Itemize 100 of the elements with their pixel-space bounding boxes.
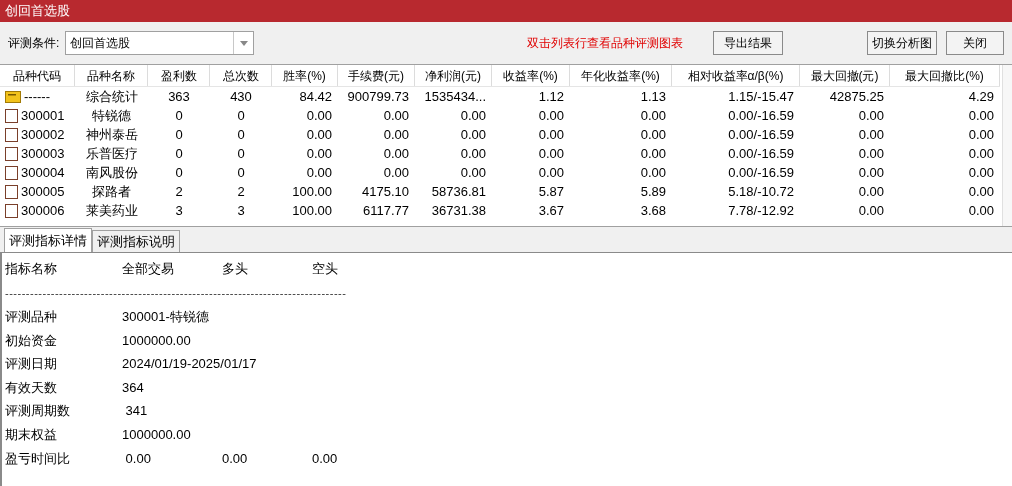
details-cell: 评测日期 [5, 356, 57, 372]
folder-icon [5, 90, 21, 103]
details-header: 指标名称 [5, 261, 57, 277]
column-header[interactable]: 相对收益率α/β(%) [672, 65, 800, 86]
condition-label: 评测条件: [8, 35, 60, 52]
table-cell-text: 4.29 [968, 87, 994, 106]
table-cell-text: 42875.25 [829, 87, 884, 106]
table-cell-text: 2 [175, 182, 183, 201]
window-title: 创回首选股 [5, 2, 70, 21]
details-cell: 2024/01/19-2025/01/17 [122, 356, 257, 372]
table-cell-text: 0.00 [968, 125, 994, 144]
table-cell-text: 0.00 [858, 125, 884, 144]
table-cell-text: 0 [175, 144, 183, 163]
table-cell-text: 1.12 [538, 87, 564, 106]
details-cell: 364 [122, 379, 144, 395]
column-header[interactable]: 手续费(元) [338, 65, 415, 86]
table-cell-text: 900799.73 [347, 87, 409, 106]
table-cell-text: 3.67 [538, 201, 564, 220]
table-cell-text: 0.00 [968, 106, 994, 125]
column-header[interactable]: 净利润(元) [415, 65, 492, 86]
table-cell-text: 0.00 [306, 163, 332, 182]
table-cell-text: 4175.10 [362, 182, 409, 201]
table-cell-text: 神州泰岳 [85, 125, 138, 144]
table-cell-text: ------ [24, 87, 50, 106]
details-cell: 1000000.00 [122, 427, 191, 442]
dropdown-caret-icon [239, 40, 248, 46]
table-cell-text: 0.00 [383, 163, 409, 182]
table-cell-text: 3 [237, 201, 245, 220]
table-cell-text: 5.18/-10.72 [728, 182, 794, 201]
page-icon [5, 203, 18, 218]
table-cell-text: 0.00 [538, 163, 564, 182]
table-cell-text: 100.00 [292, 201, 332, 220]
table-cell-text: 300002 [21, 125, 65, 144]
page-icon [5, 127, 18, 142]
table-cell-text: 0.00 [640, 144, 666, 163]
table-cell-text: 0.00 [383, 144, 409, 163]
details-header: 全部交易 [122, 261, 174, 277]
page-icon [5, 146, 18, 161]
column-header[interactable]: 总次数 [210, 65, 272, 86]
table-cell-text: 探路者 [92, 182, 131, 201]
table-cell-text: 0.00 [968, 201, 994, 220]
details-cell: 300001-特锐德 [122, 309, 209, 325]
table-cell-text: 300005 [21, 182, 65, 201]
table-cell-text: 0.00 [460, 163, 486, 182]
details-cell: 初始资金 [5, 332, 57, 348]
table-cell-text: 综合统计 [85, 87, 138, 106]
details-cell: 0.00 [312, 450, 338, 466]
details-cell: 1000000.00 [122, 332, 191, 348]
column-header[interactable]: 品种名称 [75, 65, 148, 86]
details-cell: 评测品种 [5, 309, 57, 325]
separator-line: ---------------------------------------------------------------------------------- [5, 285, 347, 301]
table-cell-text: 84.42 [299, 87, 332, 106]
table-cell-text: 0.00 [968, 163, 994, 182]
details-cell: 有效天数 [5, 379, 57, 395]
table-cell-text: 0.00 [383, 125, 409, 144]
table-cell-text: 0 [237, 144, 245, 163]
table-cell-text: 0.00 [968, 182, 994, 201]
column-header[interactable]: 胜率(%) [272, 65, 338, 86]
details-cell-text: 0.00 [124, 450, 151, 466]
column-header[interactable]: 品种代码 [0, 65, 75, 86]
table-cell-text: 0 [175, 163, 183, 182]
table-cell-text: 363 [168, 87, 190, 106]
table-cell-text: 0.00 [968, 144, 994, 163]
column-header[interactable]: 收益率(%) [492, 65, 570, 86]
table-cell-text: 1535434... [424, 87, 486, 106]
table-cell-text: 0.00 [640, 125, 666, 144]
table-cell-text: 0.00 [858, 182, 884, 201]
details-header: 空头 [312, 261, 338, 277]
table-cell-text: 300006 [21, 201, 65, 220]
export-button[interactable]: 导出结果 [713, 31, 783, 55]
close-button[interactable]: 关闭 [946, 31, 1004, 55]
column-header[interactable]: 盈利数 [148, 65, 210, 86]
table-cell-text: 3 [175, 201, 183, 220]
tab[interactable]: 评测指标详情 [4, 228, 92, 252]
table-cell-text: 0.00 [460, 144, 486, 163]
table-cell-text: 0.00 [858, 144, 884, 163]
table-cell-text: 0.00 [640, 163, 666, 182]
column-header[interactable]: 最大回撤(元) [800, 65, 890, 86]
table-cell-text: 0.00 [858, 106, 884, 125]
tab[interactable]: 评测指标说明 [92, 230, 180, 252]
table-cell-text: 300004 [21, 163, 65, 182]
table-cell-text: 特锐德 [92, 106, 131, 125]
table-cell-text: 58736.81 [431, 182, 486, 201]
column-header[interactable]: 年化收益率(%) [570, 65, 672, 86]
switch-chart-button[interactable]: 切换分析图 [867, 31, 937, 55]
table-cell-text: 1.13 [640, 87, 666, 106]
condition-dropdown[interactable]: 创回首选股 [65, 31, 255, 55]
column-header[interactable]: 最大回撤比(%) [890, 65, 1000, 86]
hint-text: 双击列表行查看品种评测图表 [527, 35, 683, 52]
table-cell-text: 5.89 [640, 182, 666, 201]
table-cell-text: 乐普医疗 [85, 144, 138, 163]
table-cell-text: 0 [237, 106, 245, 125]
table-cell-text: 1.15/-15.47 [728, 87, 794, 106]
table-cell-text: 6117.77 [362, 201, 409, 220]
table-cell-text: 0.00 [858, 201, 884, 220]
table-cell-text: 0.00 [383, 106, 409, 125]
table-cell-text: 0.00 [460, 106, 486, 125]
table-cell-text: 0.00 [306, 144, 332, 163]
table-cell-text: 36731.38 [431, 201, 486, 220]
table-cell-text: 7.78/-12.92 [728, 201, 794, 220]
